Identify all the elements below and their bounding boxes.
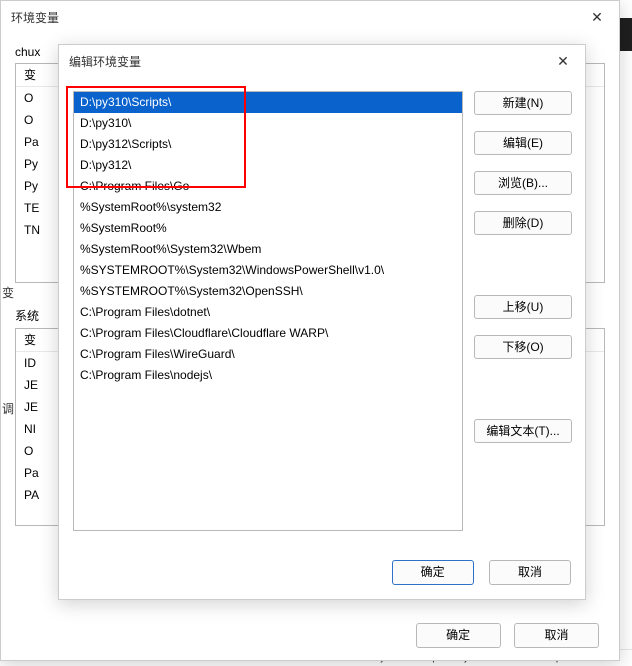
edit-button[interactable]: 编辑(E) — [474, 131, 572, 155]
movedown-button[interactable]: 下移(O) — [474, 335, 572, 359]
cancel-button[interactable]: 取消 — [489, 560, 571, 585]
moveup-button[interactable]: 上移(U) — [474, 295, 572, 319]
path-row[interactable]: D:\py312\ — [74, 155, 462, 176]
path-row[interactable]: C:\Program Files\Go — [74, 176, 462, 197]
path-row[interactable]: %SystemRoot% — [74, 218, 462, 239]
edit-text-button[interactable]: 编辑文本(T)... — [474, 419, 572, 443]
close-icon[interactable]: ✕ — [585, 5, 609, 29]
new-button[interactable]: 新建(N) — [474, 91, 572, 115]
path-list[interactable]: D:\py310\Scripts\D:\py310\D:\py312\Scrip… — [73, 91, 463, 531]
bg-label-b: 调 — [2, 400, 14, 417]
right-dark-strip — [620, 18, 632, 51]
path-row[interactable]: %SystemRoot%\system32 — [74, 197, 462, 218]
path-row[interactable]: C:\Program Files\dotnet\ — [74, 302, 462, 323]
env-vars-footer: 确定 取消 — [406, 623, 599, 648]
edit-env-dialog: 编辑环境变量 ✕ D:\py310\Scripts\D:\py310\D:\py… — [58, 44, 586, 600]
delete-button[interactable]: 删除(D) — [474, 211, 572, 235]
edit-env-footer: 确定 取消 — [380, 560, 571, 585]
side-button-column: 新建(N) 编辑(E) 浏览(B)... 删除(D) 上移(U) 下移(O) 编… — [474, 91, 572, 451]
ok-button[interactable]: 确定 — [392, 560, 474, 585]
path-row[interactable]: %SYSTEMROOT%\System32\OpenSSH\ — [74, 281, 462, 302]
env-vars-title: 环境变量 — [11, 9, 585, 26]
env-vars-titlebar: 环境变量 ✕ — [1, 1, 619, 33]
path-row[interactable]: C:\Program Files\nodejs\ — [74, 365, 462, 386]
path-row[interactable]: D:\py312\Scripts\ — [74, 134, 462, 155]
path-row[interactable]: %SystemRoot%\System32\Wbem — [74, 239, 462, 260]
bg-label-a: 变 — [2, 284, 14, 301]
env-ok-button[interactable]: 确定 — [416, 623, 501, 648]
edit-env-titlebar: 编辑环境变量 ✕ — [59, 45, 585, 77]
edit-env-title: 编辑环境变量 — [69, 53, 551, 70]
path-row[interactable]: D:\py310\Scripts\ — [74, 92, 462, 113]
close-icon[interactable]: ✕ — [551, 49, 575, 73]
path-row[interactable]: C:\Program Files\Cloudflare\Cloudflare W… — [74, 323, 462, 344]
path-row[interactable]: %SYSTEMROOT%\System32\WindowsPowerShell\… — [74, 260, 462, 281]
path-row[interactable]: D:\py310\ — [74, 113, 462, 134]
path-row[interactable]: C:\Program Files\WireGuard\ — [74, 344, 462, 365]
env-cancel-button[interactable]: 取消 — [514, 623, 599, 648]
browse-button[interactable]: 浏览(B)... — [474, 171, 572, 195]
